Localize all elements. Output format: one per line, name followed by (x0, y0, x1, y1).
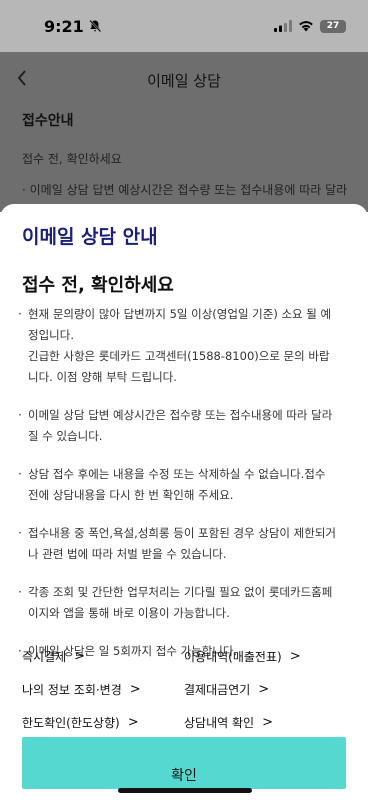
chevron-right-icon: > (127, 715, 139, 730)
bullet: · (18, 467, 22, 481)
notice-line: 접수내용 중 폭언,욕설,성희롱 등이 포함된 경우 상담이 제한되거 (28, 526, 336, 540)
bullet: · (18, 585, 22, 599)
link-usage-history[interactable]: 이용내역(매출전표) > (184, 648, 346, 665)
chevron-right-icon: > (129, 682, 141, 697)
background-header: 이메일 상담 (0, 52, 368, 108)
notice-line: 이메일 상담 답변 예상시간은 접수량 또는 접수내용에 따라 달라 (28, 408, 333, 422)
notice-line: 상담 접수 후에는 내용을 수정 또는 삭제하실 수 없습니다.접수 (28, 467, 326, 481)
status-time-text: 9:21 (44, 16, 84, 36)
link-label: 한도확인(한도상향) (22, 716, 120, 730)
bullet: · (18, 526, 22, 540)
link-limit-check[interactable]: 한도확인(한도상향) > (22, 714, 184, 731)
notice-line: 정입니다. (28, 328, 74, 342)
wifi-icon (299, 21, 313, 32)
quick-link-row: 나의 정보 조회·변경 > 결제대금연기 > (22, 673, 352, 706)
quick-links: 즉시결제 > 이용내역(매출전표) > 나의 정보 조회·변경 > 결제대금연기… (22, 640, 352, 739)
notice-line: 긴급한 사항은 롯데카드 고객센터(1588-8100)으로 문의 바랍 (28, 349, 330, 363)
bullet: · (18, 307, 22, 321)
quick-link-row: 한도확인(한도상향) > 상담내역 확인 > (22, 706, 352, 739)
chevron-right-icon: > (289, 649, 301, 664)
background-page-title: 이메일 상담 (147, 71, 221, 90)
sheet-heading: 접수 전, 확인하세요 (22, 275, 174, 296)
notice-line: 니다. 이점 양해 부탁 드립니다. (28, 370, 177, 384)
chevron-right-icon: > (262, 715, 273, 730)
link-label: 이용내역(매출전표) (184, 650, 282, 664)
link-label: 나의 정보 조회·변경 (22, 683, 122, 697)
background-section-title: 접수안내 (22, 113, 74, 129)
notice-line: 이지와 앱을 통해 바로 이용이 가능합니다. (28, 606, 230, 620)
notice-line: 질 수 있습니다. (28, 429, 103, 443)
status-bar: 9:21 27 (0, 0, 368, 52)
notice-item: · 접수내용 중 폭언,욕설,성희롱 등이 포함된 경우 상담이 제한되거 나 … (18, 523, 354, 565)
link-instant-payment[interactable]: 즉시결제 > (22, 648, 184, 665)
chevron-right-icon: > (258, 682, 270, 697)
link-my-info[interactable]: 나의 정보 조회·변경 > (22, 681, 184, 698)
notice-line: 나 관련 법에 따라 처벌 받을 수 있습니다. (28, 547, 227, 561)
status-icons: 27 (274, 19, 346, 33)
chevron-right-icon: > (74, 649, 86, 664)
background-subtitle: 접수 전, 확인하세요 (22, 152, 122, 166)
link-payment-deferral[interactable]: 결제대금연기 > (184, 681, 346, 698)
home-indicator (118, 788, 252, 793)
battery-icon: 27 (320, 19, 346, 33)
sheet-title: 이메일 상담 안내 (22, 226, 158, 248)
mute-bell-icon (89, 19, 102, 33)
background-page: 이메일 상담 접수안내 접수 전, 확인하세요 · 이메일 상담 답변 예상시간… (0, 52, 368, 212)
notice-line: 현재 문의량이 많아 답변까지 5일 이상(영업일 기준) 소요 될 예 (28, 307, 332, 321)
notice-item: · 현재 문의량이 많아 답변까지 5일 이상(영업일 기준) 소요 될 예 정… (18, 304, 354, 388)
back-arrow-icon (16, 68, 28, 93)
notice-line: 전에 상담내용을 다시 한 번 확인해 주세요. (28, 488, 234, 502)
link-label: 결제대금연기 (184, 683, 251, 697)
notice-item: · 각종 조회 및 간단한 업무처리는 기다릴 필요 없이 롯데카드홈페 이지와… (18, 582, 354, 624)
link-label: 상담내역 확인 (184, 716, 255, 730)
status-time: 9:21 (44, 17, 102, 36)
background-notice-line: · 이메일 상담 답변 예상시간은 접수량 또는 접수내용에 따라 달라 (22, 183, 348, 197)
confirm-button[interactable]: 확인 (22, 737, 346, 789)
signal-icon (274, 20, 292, 32)
quick-link-row: 즉시결제 > 이용내역(매출전표) > (22, 640, 352, 673)
email-consult-guide-sheet: 이메일 상담 안내 접수 전, 확인하세요 · 현재 문의량이 많아 답변까지 … (0, 204, 368, 800)
notice-item: · 이메일 상담 답변 예상시간은 접수량 또는 접수내용에 따라 달라 질 수… (18, 405, 354, 447)
bullet: · (18, 408, 22, 422)
notice-line: 각종 조회 및 간단한 업무처리는 기다릴 필요 없이 롯데카드홈페 (28, 585, 333, 599)
notice-list: · 현재 문의량이 많아 답변까지 5일 이상(영업일 기준) 소요 될 예 정… (18, 304, 354, 679)
notice-item: · 상담 접수 후에는 내용을 수정 또는 삭제하실 수 없습니다.접수 전에 … (18, 464, 354, 506)
link-label: 즉시결제 (22, 650, 67, 664)
link-consult-history[interactable]: 상담내역 확인 > (184, 714, 346, 731)
